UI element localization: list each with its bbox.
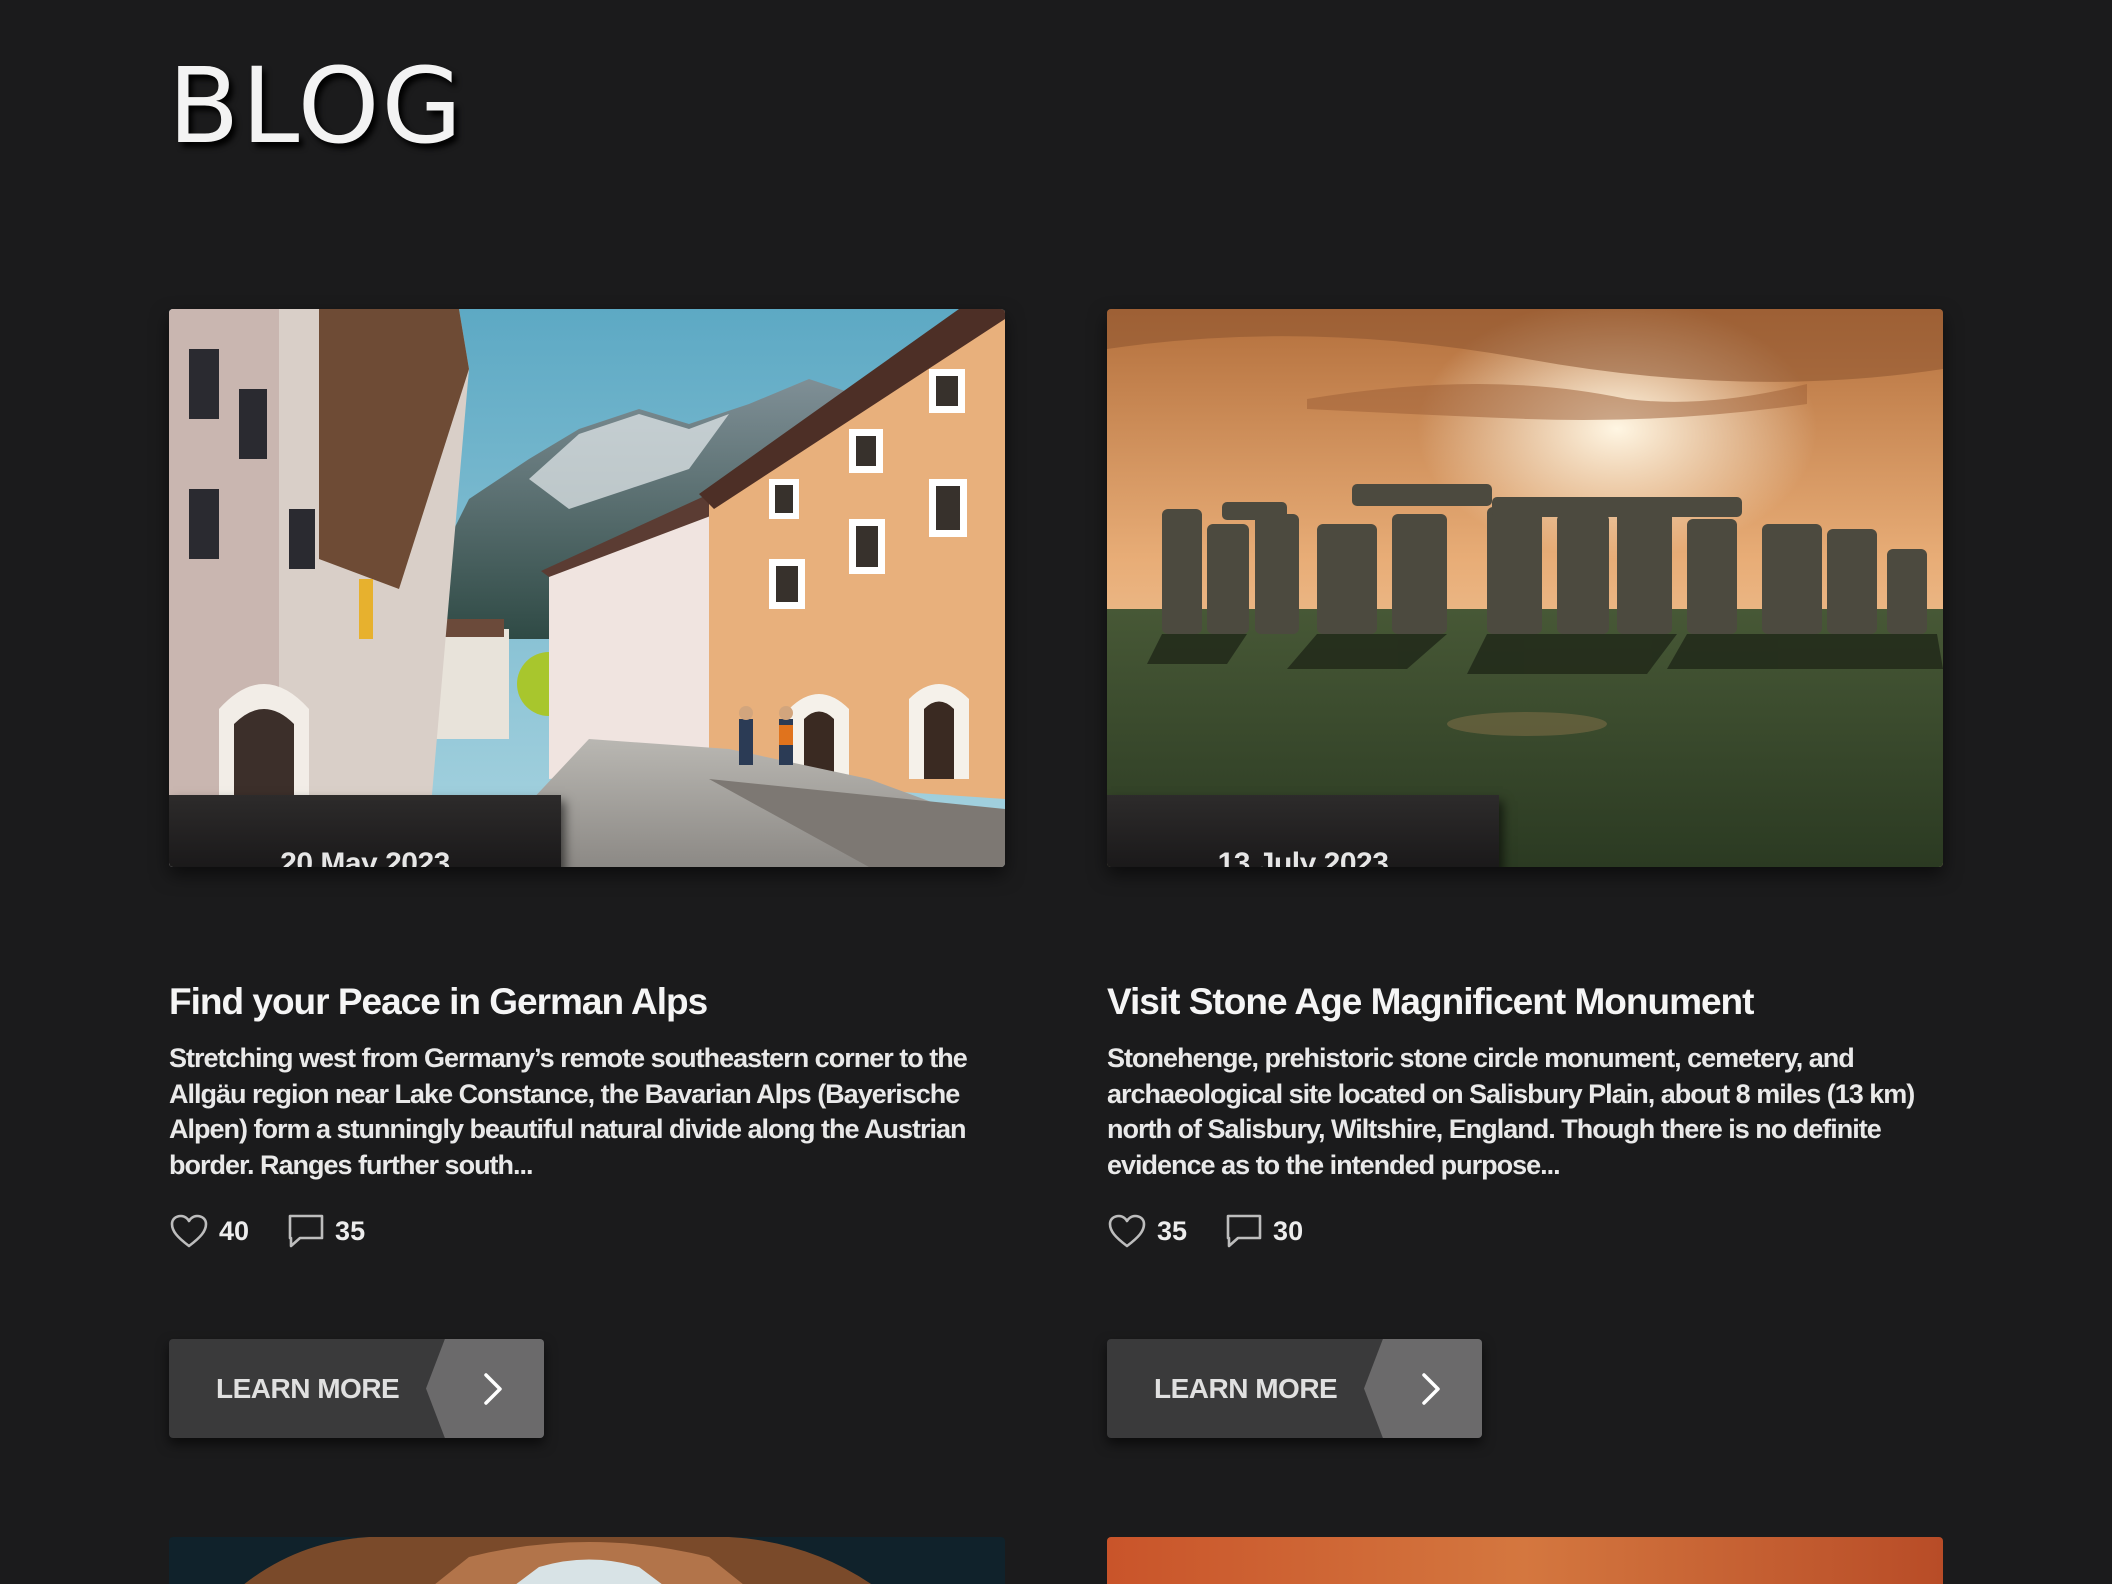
- post-stats: 40 35: [169, 1211, 403, 1251]
- post-date: 20 May 2023: [280, 847, 450, 867]
- learn-more-button[interactable]: LEARN MORE: [1107, 1339, 1482, 1438]
- likes-count: 40: [219, 1215, 250, 1246]
- next-post-image[interactable]: [1107, 1537, 1943, 1584]
- heart-icon: [170, 1214, 208, 1248]
- learn-more-label: LEARN MORE: [1154, 1373, 1338, 1404]
- likes-stat[interactable]: 40: [169, 1213, 249, 1249]
- likes-count: 35: [1157, 1215, 1188, 1246]
- learn-more-label: LEARN MORE: [216, 1373, 400, 1404]
- likes-stat[interactable]: 35: [1107, 1213, 1187, 1249]
- blog-page: BLOG 20 May 2023 Find your Peace in Germ…: [0, 0, 2112, 1584]
- post-date-box: 13 July 2023: [1107, 795, 1499, 867]
- next-post-image[interactable]: [169, 1537, 1005, 1584]
- post-date-box: 20 May 2023: [169, 795, 561, 867]
- comments-count: 35: [335, 1215, 366, 1246]
- chevron-right-icon: [1422, 1373, 1440, 1405]
- post-excerpt: Stonehenge, prehistoric stone circle mon…: [1107, 1043, 1915, 1180]
- post-image-bavarian-town[interactable]: 20 May 2023: [169, 309, 1005, 867]
- page-title: BLOG: [168, 45, 465, 167]
- blog-card: 13 July 2023 Visit Stone Age Magnificent…: [1107, 309, 1943, 1438]
- comments-stat[interactable]: 35: [287, 1213, 365, 1249]
- post-image-stonehenge[interactable]: 13 July 2023: [1107, 309, 1943, 867]
- comment-bubble-icon: [1226, 1214, 1262, 1248]
- blog-card: 20 May 2023 Find your Peace in German Al…: [169, 309, 1005, 1438]
- comment-bubble-icon: [288, 1214, 324, 1248]
- post-stats: 35 30: [1107, 1211, 1341, 1251]
- post-date: 13 July 2023: [1217, 847, 1389, 867]
- button-arrow-tab: [1364, 1339, 1482, 1438]
- button-arrow-tab: [426, 1339, 544, 1438]
- chevron-right-icon: [484, 1373, 502, 1405]
- post-title[interactable]: Visit Stone Age Magnificent Monument: [1107, 981, 1754, 1023]
- post-title[interactable]: Find your Peace in German Alps: [169, 981, 708, 1023]
- post-excerpt: Stretching west from Germany’s remote so…: [169, 1043, 968, 1180]
- heart-icon: [1108, 1214, 1146, 1248]
- comments-stat[interactable]: 30: [1225, 1213, 1303, 1249]
- comments-count: 30: [1273, 1215, 1304, 1246]
- learn-more-button[interactable]: LEARN MORE: [169, 1339, 544, 1438]
